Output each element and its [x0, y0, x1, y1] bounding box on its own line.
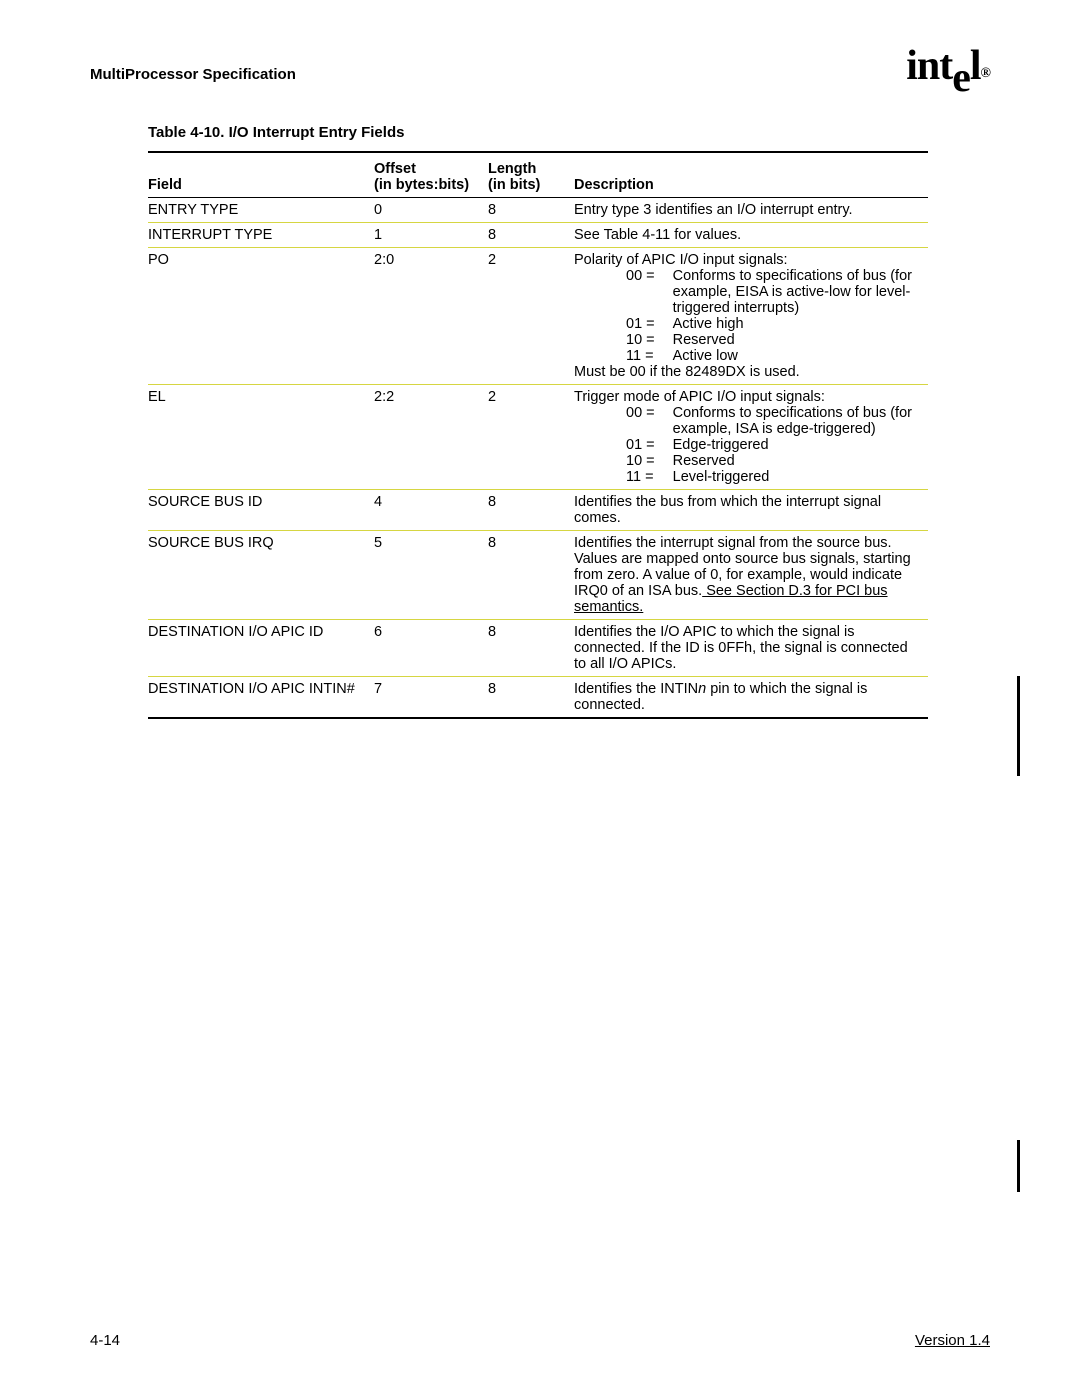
cell-offset: 5: [374, 531, 488, 620]
revision-bar: [1017, 1140, 1020, 1192]
cell-description: Trigger mode of APIC I/O input signals:0…: [574, 385, 928, 490]
table-row: PO2:02Polarity of APIC I/O input signals…: [148, 248, 928, 385]
cell-description: Entry type 3 identifies an I/O interrupt…: [574, 198, 928, 223]
cell-length: 8: [488, 198, 574, 223]
table-row: EL2:22Trigger mode of APIC I/O input sig…: [148, 385, 928, 490]
cell-length: 8: [488, 490, 574, 531]
cell-field: EL: [148, 385, 374, 490]
cell-field: DESTINATION I/O APIC INTIN#: [148, 677, 374, 719]
page-header: MultiProcessor Specification intel®: [90, 48, 990, 96]
cell-description: See Table 4-11 for values.: [574, 223, 928, 248]
intel-logo: intel®: [906, 42, 990, 90]
cell-offset: 0: [374, 198, 488, 223]
cell-offset: 2:2: [374, 385, 488, 490]
table-row: SOURCE BUS ID48Identifies the bus from w…: [148, 490, 928, 531]
col-header-length: Length(in bits): [488, 152, 574, 198]
col-header-field: Field: [148, 152, 374, 198]
revision-bar: [1017, 676, 1020, 776]
cell-field: PO: [148, 248, 374, 385]
table-row: DESTINATION I/O APIC ID68Identifies the …: [148, 620, 928, 677]
cell-offset: 7: [374, 677, 488, 719]
table-row: ENTRY TYPE08Entry type 3 identifies an I…: [148, 198, 928, 223]
cell-field: SOURCE BUS ID: [148, 490, 374, 531]
spec-title: MultiProcessor Specification: [90, 48, 296, 83]
cell-description: Polarity of APIC I/O input signals:00 =C…: [574, 248, 928, 385]
cell-offset: 4: [374, 490, 488, 531]
cell-description: Identifies the I/O APIC to which the sig…: [574, 620, 928, 677]
cell-field: DESTINATION I/O APIC ID: [148, 620, 374, 677]
page-number: 4-14: [90, 1332, 120, 1349]
fields-table: Field Offset(in bytes:bits) Length(in bi…: [148, 151, 928, 719]
page-footer: 4-14 Version 1.4: [90, 1332, 990, 1349]
table-row: DESTINATION I/O APIC INTIN#78Identifies …: [148, 677, 928, 719]
cell-length: 2: [488, 248, 574, 385]
cell-length: 8: [488, 677, 574, 719]
cell-field: ENTRY TYPE: [148, 198, 374, 223]
table-caption: Table 4-10. I/O Interrupt Entry Fields: [148, 124, 990, 141]
cell-description: Identifies the INTINn pin to which the s…: [574, 677, 928, 719]
page: MultiProcessor Specification intel® Tabl…: [0, 0, 1080, 1397]
cell-length: 8: [488, 531, 574, 620]
cell-offset: 1: [374, 223, 488, 248]
table-header-row: Field Offset(in bytes:bits) Length(in bi…: [148, 152, 928, 198]
table-row: SOURCE BUS IRQ58Identifies the interrupt…: [148, 531, 928, 620]
cell-offset: 6: [374, 620, 488, 677]
version-label: Version 1.4: [915, 1332, 990, 1349]
cell-offset: 2:0: [374, 248, 488, 385]
col-header-offset: Offset(in bytes:bits): [374, 152, 488, 198]
cell-description: Identifies the bus from which the interr…: [574, 490, 928, 531]
cell-description: Identifies the interrupt signal from the…: [574, 531, 928, 620]
cell-length: 8: [488, 620, 574, 677]
cell-field: INTERRUPT TYPE: [148, 223, 374, 248]
cell-length: 2: [488, 385, 574, 490]
cell-field: SOURCE BUS IRQ: [148, 531, 374, 620]
table-row: INTERRUPT TYPE18See Table 4-11 for value…: [148, 223, 928, 248]
cell-length: 8: [488, 223, 574, 248]
col-header-desc: Description: [574, 152, 928, 198]
